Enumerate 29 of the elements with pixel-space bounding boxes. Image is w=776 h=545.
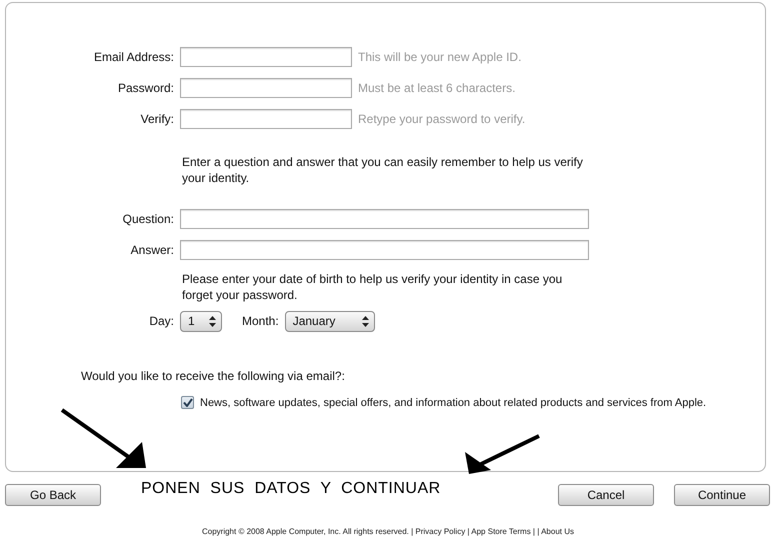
field-hint: This will be your new Apple ID. <box>358 50 522 64</box>
instruction-text: Please enter your date of birth to help us verify your identity in case you forget your password. <box>182 271 564 303</box>
input-field[interactable] <box>180 47 352 67</box>
dropdown[interactable]: January <box>284 310 375 332</box>
field-hint: Must be at least 6 characters. <box>358 81 516 95</box>
input-field[interactable] <box>180 78 352 98</box>
continue-button[interactable]: Continue <box>674 484 770 506</box>
field-label: Verify: <box>140 112 174 126</box>
stepper-icon <box>362 316 369 326</box>
checkbox[interactable] <box>181 396 194 409</box>
back-button[interactable]: Go Back <box>5 484 101 506</box>
input-field[interactable] <box>180 209 589 229</box>
cancel-button[interactable]: Cancel <box>558 484 654 506</box>
field-label: Password: <box>116 81 174 95</box>
field-label: Email Address: <box>92 50 174 64</box>
dropdown[interactable]: 1 <box>180 310 222 332</box>
annotation-text: PONEN SUS DATOS Y CONTINUAR <box>141 480 442 498</box>
instruction-text: Enter a question and answer that you can easily remember to help us verify your identity. <box>182 154 584 186</box>
checkbox-label: News, software updates, special offers, and information about related products and services from Apple. <box>200 396 706 408</box>
field-label: Question: <box>122 212 174 226</box>
field-label: Month: <box>242 314 279 328</box>
field-label: Day: <box>148 314 174 328</box>
input-field[interactable] <box>180 109 352 129</box>
input-field[interactable] <box>180 240 589 260</box>
question-text: Would you like to receive the following via email?: <box>81 369 346 383</box>
field-label: Answer: <box>130 243 174 257</box>
stepper-icon <box>209 316 216 326</box>
copyright-text: Copyright © 2008 Apple Computer, Inc. All rights reserved. | Privacy Policy | App Store Terms | | About Us <box>200 527 575 536</box>
field-hint: Retype your password to verify. <box>358 112 526 126</box>
